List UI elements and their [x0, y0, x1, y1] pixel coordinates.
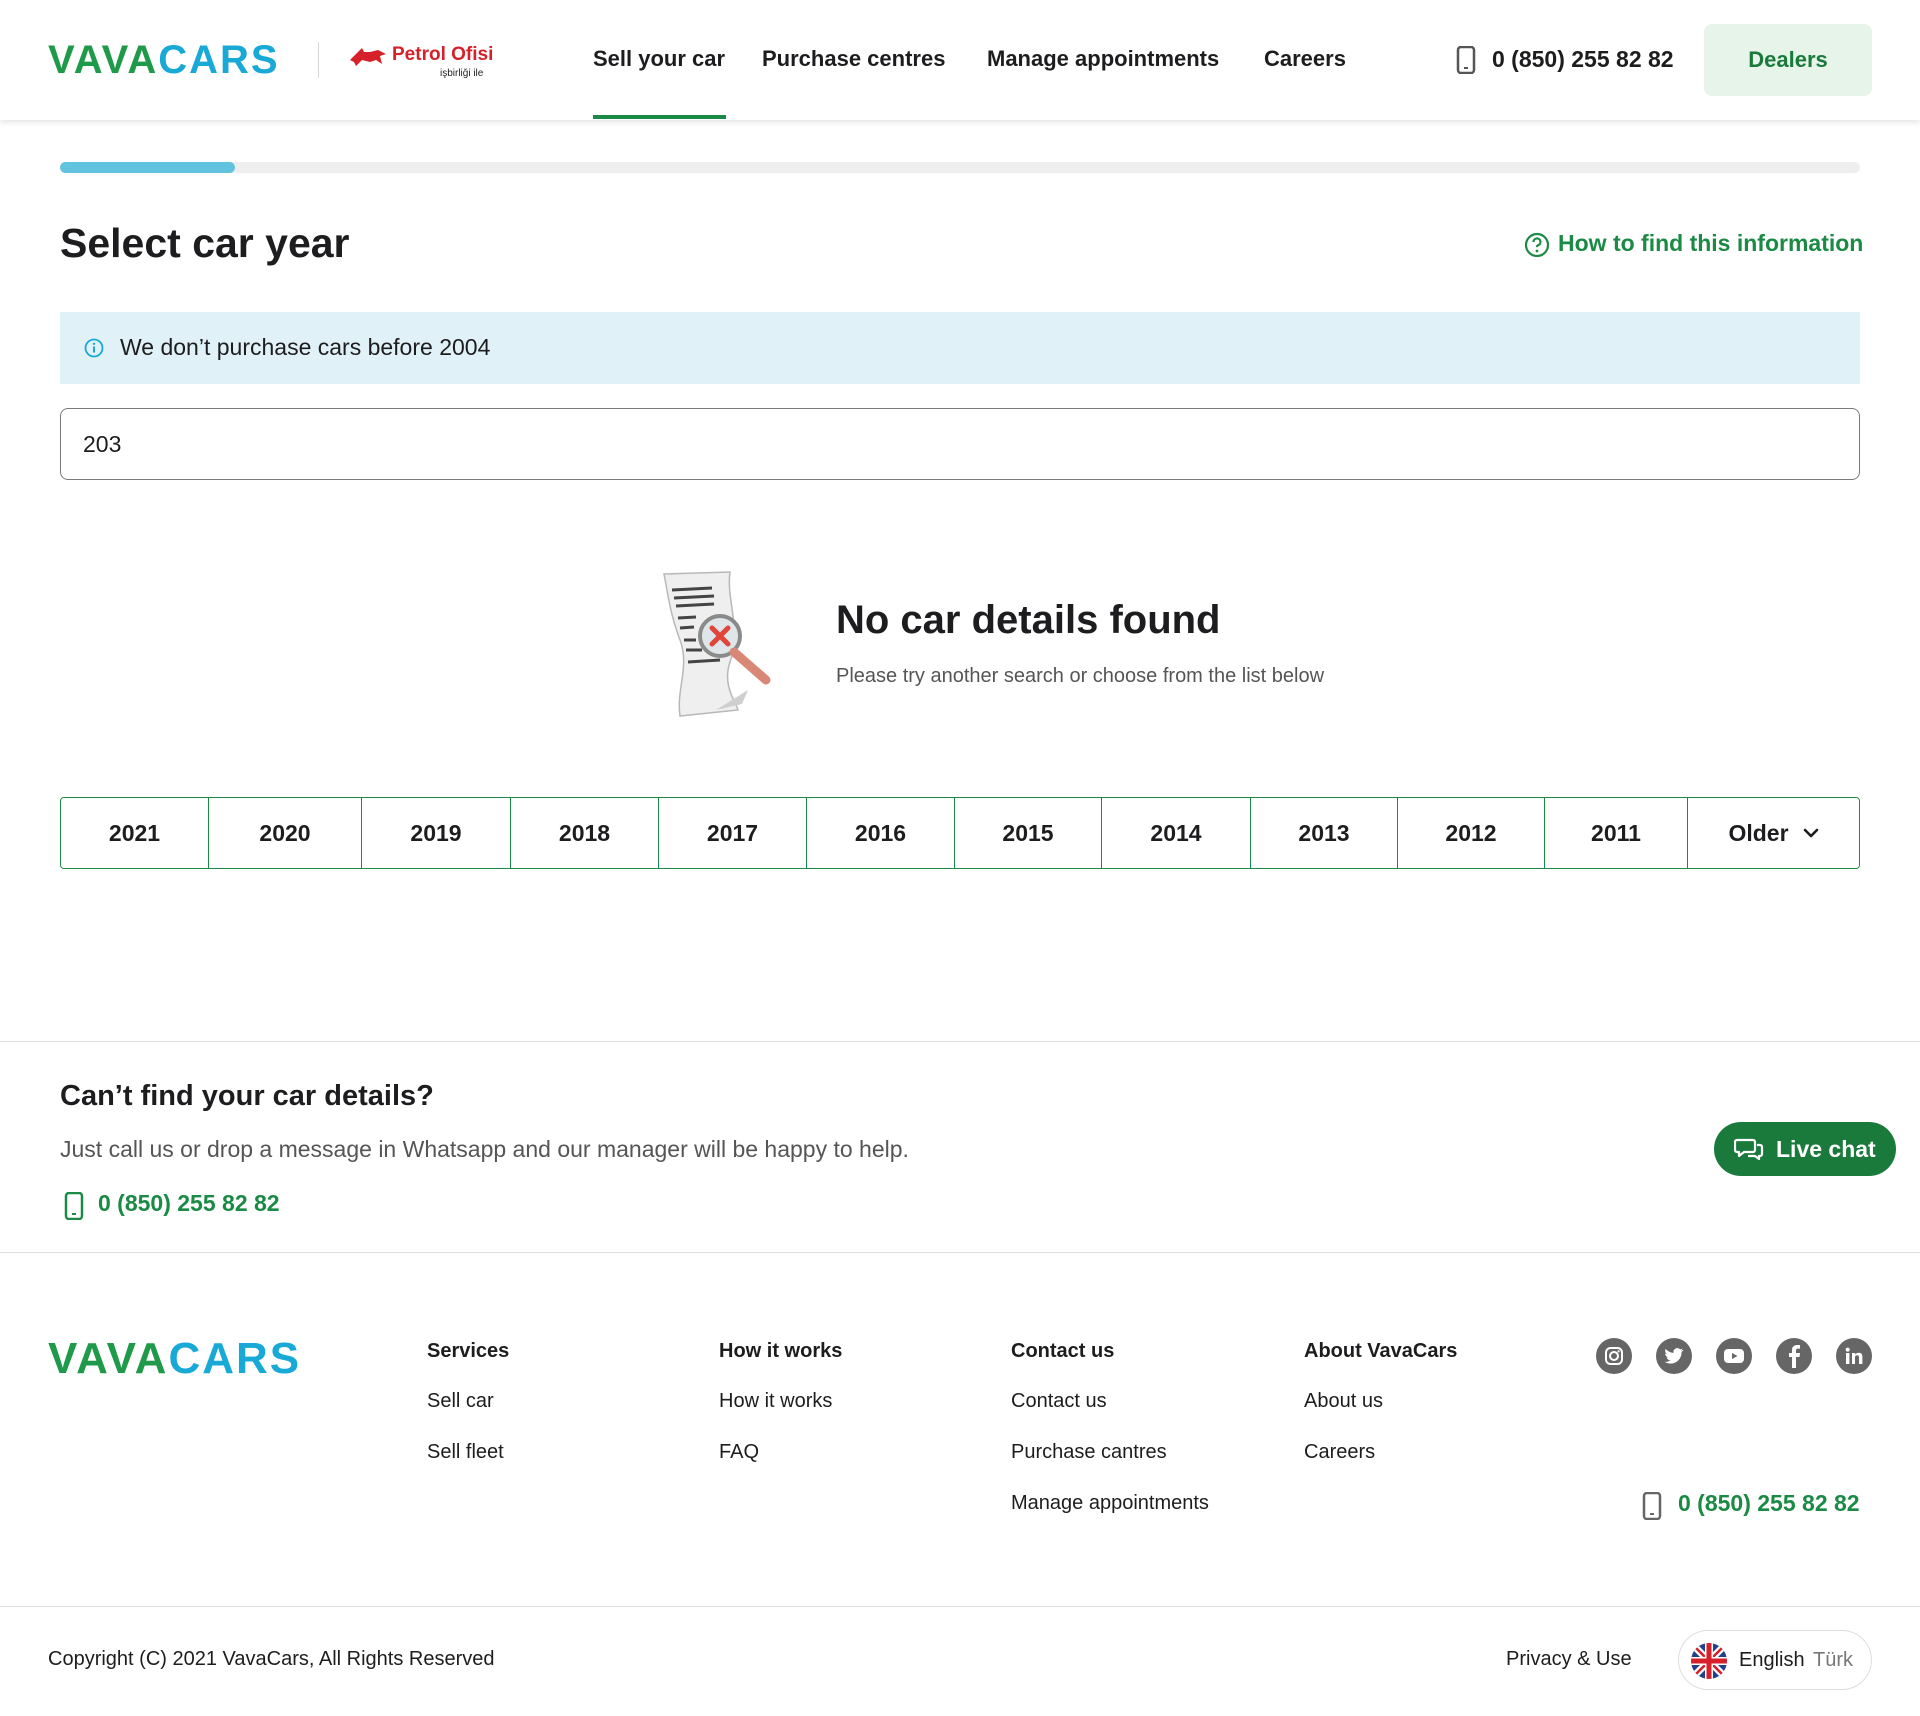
footer-link[interactable]: Manage appointments — [1011, 1492, 1209, 1543]
language-english[interactable]: English — [1739, 1649, 1805, 1672]
footer-column-heading: Services — [427, 1340, 510, 1362]
year-button[interactable]: 2017 — [659, 798, 807, 868]
linkedin-icon[interactable] — [1836, 1338, 1872, 1374]
nav-manage-appointments[interactable]: Manage appointments — [987, 46, 1219, 72]
footer-link[interactable]: Purchase cantres — [1011, 1441, 1209, 1492]
older-label: Older — [1728, 819, 1789, 846]
year-button[interactable]: 2019 — [362, 798, 511, 868]
header-phone-link[interactable]: 0 (850) 255 82 82 — [1492, 46, 1674, 73]
year-button[interactable]: 2013 — [1251, 798, 1398, 868]
year-selector: 2021 2020 2019 2018 2017 2016 2015 2014 … — [60, 797, 1860, 869]
empty-state-subtitle: Please try another search or choose from… — [836, 665, 1325, 687]
phone-icon — [1456, 46, 1476, 74]
year-button[interactable]: 2021 — [61, 798, 209, 868]
section-divider — [0, 1041, 1920, 1042]
page-title: Select car year — [60, 220, 350, 266]
question-circle-icon — [1524, 232, 1550, 258]
help-phone-number: 0 (850) 255 82 82 — [98, 1190, 280, 1216]
year-button[interactable]: 2016 — [807, 798, 955, 868]
empty-state-title: No car details found — [836, 598, 1221, 642]
partner-name: Petrol Ofisi — [392, 44, 494, 65]
progress-bar — [60, 162, 1860, 173]
footer-link[interactable]: How it works — [719, 1390, 842, 1441]
no-results-illustration-icon — [663, 571, 771, 717]
year-button[interactable]: 2014 — [1102, 798, 1251, 868]
section-divider — [0, 1252, 1920, 1253]
live-chat-button[interactable]: Live chat — [1714, 1122, 1896, 1176]
footer-link[interactable]: FAQ — [719, 1441, 842, 1492]
older-years-dropdown[interactable]: Older — [1688, 798, 1859, 868]
year-button[interactable]: 2020 — [209, 798, 362, 868]
chat-bubbles-icon — [1734, 1138, 1764, 1161]
info-text: We don’t purchase cars before 2004 — [120, 334, 491, 360]
footer-link[interactable]: Sell car — [427, 1390, 509, 1441]
privacy-link[interactable]: Privacy & Use — [1506, 1648, 1632, 1671]
year-button[interactable]: 2015 — [955, 798, 1102, 868]
footer-link[interactable]: About us — [1304, 1390, 1457, 1441]
footer-divider — [0, 1606, 1920, 1607]
facebook-icon[interactable] — [1776, 1338, 1812, 1374]
footer-phone-number: 0 (850) 255 82 82 — [1678, 1490, 1860, 1516]
year-button[interactable]: 2018 — [511, 798, 659, 868]
footer-column-about: About VavaCars About us Careers — [1304, 1340, 1457, 1492]
phone-icon — [1642, 1492, 1662, 1520]
year-button[interactable]: 2012 — [1398, 798, 1545, 868]
petrol-ofisi-dog-icon — [350, 48, 386, 66]
footer-vavacars-logo[interactable]: VAVACARS — [48, 1334, 301, 1384]
progress-fill — [60, 162, 235, 173]
copyright-text: Copyright (C) 2021 VavaCars, All Rights … — [48, 1648, 495, 1670]
site-header: VAVACARS Petrol Ofisi işbirliği ile Sell… — [0, 0, 1920, 120]
dealers-button[interactable]: Dealers — [1704, 24, 1872, 96]
footer-column-heading: About VavaCars — [1304, 1340, 1458, 1362]
partner-sub: işbirliği ile — [440, 68, 484, 79]
uk-flag-icon — [1691, 1643, 1727, 1679]
footer-link[interactable]: Sell fleet — [427, 1441, 509, 1492]
footer-column-contact-us: Contact us Contact us Purchase cantres M… — [1011, 1340, 1209, 1543]
nav-sell-your-car[interactable]: Sell your car — [593, 46, 725, 72]
youtube-icon[interactable] — [1716, 1338, 1752, 1374]
year-search-input[interactable] — [60, 408, 1860, 480]
chevron-down-icon — [1803, 828, 1818, 838]
nav-purchase-centres[interactable]: Purchase centres — [762, 46, 945, 72]
footer-column-heading: Contact us — [1011, 1340, 1115, 1362]
live-chat-label: Live chat — [1776, 1136, 1876, 1162]
petrol-ofisi-logo: Petrol Ofisi işbirliği ile — [348, 42, 498, 82]
year-button[interactable]: 2011 — [1545, 798, 1688, 868]
phone-icon — [64, 1192, 84, 1220]
footer-link[interactable]: Careers — [1304, 1441, 1457, 1492]
footer-column-how-it-works: How it works How it works FAQ — [719, 1340, 842, 1492]
footer-column-heading: How it works — [719, 1340, 843, 1362]
nav-careers[interactable]: Careers — [1264, 46, 1346, 72]
active-nav-indicator — [593, 115, 726, 119]
language-turkish[interactable]: Türk — [1813, 1649, 1853, 1672]
help-section-subtitle: Just call us or drop a message in Whatsa… — [60, 1136, 909, 1162]
twitter-icon[interactable] — [1656, 1338, 1692, 1374]
info-icon — [84, 338, 104, 358]
info-banner: We don’t purchase cars before 2004 — [60, 312, 1860, 384]
vavacars-logo[interactable]: VAVACARS — [48, 38, 280, 83]
social-links — [1596, 1338, 1872, 1374]
footer-link[interactable]: Contact us — [1011, 1390, 1209, 1441]
header-divider — [318, 42, 319, 78]
how-to-find-label: How to find this information — [1558, 230, 1864, 256]
instagram-icon[interactable] — [1596, 1338, 1632, 1374]
help-section-title: Can’t find your car details? — [60, 1080, 434, 1112]
footer-column-services: Services Sell car Sell fleet — [427, 1340, 509, 1492]
language-switcher[interactable]: English Türk — [1678, 1630, 1872, 1690]
